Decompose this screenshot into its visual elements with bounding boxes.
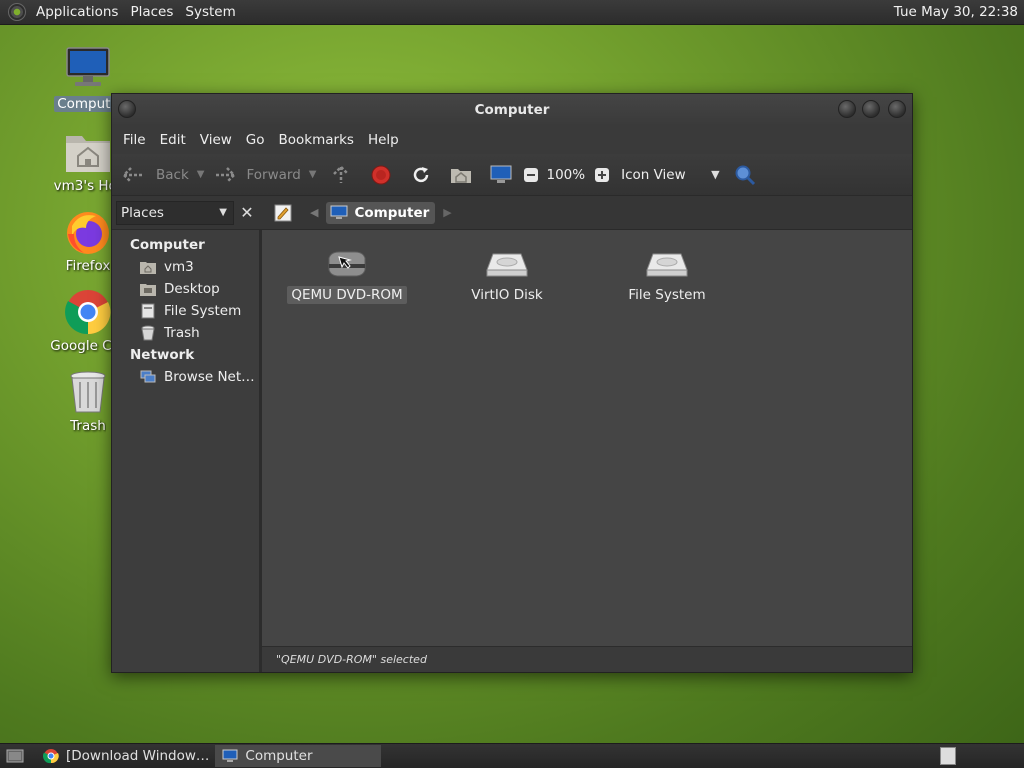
trash-icon <box>140 325 156 341</box>
home-folder-icon <box>140 259 156 275</box>
taskbar-item-computer[interactable]: Computer <box>215 745 382 767</box>
sidebar-item-desktop[interactable]: Desktop <box>112 278 259 300</box>
back-label: Back <box>156 166 189 183</box>
taskbar-item-label: Computer <box>245 748 313 764</box>
sidebar-item-label: Desktop <box>164 281 220 297</box>
menu-places[interactable]: Places <box>124 0 179 25</box>
drive-item-virtio-disk[interactable]: VirtIO Disk <box>442 244 572 304</box>
stop-icon[interactable] <box>370 164 392 186</box>
sidebar-section-network: Network <box>130 347 195 363</box>
drive-label: QEMU DVD-ROM <box>287 286 407 304</box>
computer-icon <box>221 745 239 767</box>
chrome-icon <box>42 745 60 767</box>
forward-arrow-icon <box>214 164 237 186</box>
menu-go[interactable]: Go <box>239 132 272 148</box>
content-area: Computer vm3 Desktop File System Trash N… <box>112 230 912 672</box>
path-bar: ◀ Computer ▶ <box>266 201 452 224</box>
top-panel: Applications Places System Tue May 30, 2… <box>0 0 1024 25</box>
toolbar: Back ▼ Forward ▼ 100% Icon View ▼ <box>112 154 912 196</box>
computer-icon <box>330 202 348 224</box>
window-title: Computer <box>474 102 550 118</box>
breadcrumb-computer[interactable]: Computer <box>326 201 436 224</box>
desktop-folder-icon <box>140 281 156 297</box>
sidebar-item-trash[interactable]: Trash <box>112 322 259 344</box>
drive-item-file-system[interactable]: File System <box>602 244 732 304</box>
close-button[interactable] <box>888 100 906 118</box>
file-manager-window: Computer File Edit View Go Bookmarks Hel… <box>111 93 913 673</box>
back-history-dropdown-icon[interactable]: ▼ <box>197 169 205 180</box>
filesystem-icon <box>140 303 156 319</box>
computer-icon[interactable] <box>490 164 512 186</box>
home-icon[interactable] <box>450 164 472 186</box>
drive-item-qemu-dvd-rom[interactable]: QEMU DVD-ROM <box>282 244 412 304</box>
forward-history-dropdown-icon[interactable]: ▼ <box>309 169 317 180</box>
firefox-icon <box>64 208 112 256</box>
maximize-button[interactable] <box>862 100 880 118</box>
zoom-level[interactable]: 100% <box>546 160 585 190</box>
zoom-in-icon[interactable] <box>591 164 613 186</box>
window-titlebar[interactable]: Computer <box>112 94 912 126</box>
search-icon[interactable] <box>734 164 756 186</box>
sidebar-item-vm3[interactable]: vm3 <box>112 256 259 278</box>
drive-label: File System <box>628 287 706 303</box>
desktop-icon-label: Firefox <box>65 258 111 274</box>
back-button[interactable]: Back <box>122 160 189 190</box>
trash-icon <box>64 368 112 416</box>
zoom-out-icon[interactable] <box>520 164 542 186</box>
hard-disk-icon <box>643 244 691 284</box>
sidebar-section-computer: Computer <box>130 237 205 253</box>
forward-label: Forward <box>246 166 301 183</box>
distro-logo-icon[interactable] <box>8 3 26 21</box>
menu-edit[interactable]: Edit <box>153 132 193 148</box>
menu-system[interactable]: System <box>179 0 241 25</box>
workspace-switcher[interactable] <box>940 747 956 765</box>
menu-applications[interactable]: Applications <box>30 0 124 25</box>
places-sidebar: Computer vm3 Desktop File System Trash N… <box>112 230 262 672</box>
chevron-down-icon: ▼ <box>219 207 227 218</box>
sidebar-item-label: File System <box>164 303 242 319</box>
breadcrumb-label: Computer <box>354 204 430 221</box>
status-bar: "QEMU DVD-ROM" selected <box>262 646 912 672</box>
path-left-arrow-icon[interactable]: ◀ <box>310 206 318 219</box>
drive-label: VirtIO Disk <box>471 287 543 303</box>
chrome-icon <box>64 288 112 336</box>
sidebar-item-label: Browse Net… <box>164 369 255 385</box>
menu-help[interactable]: Help <box>361 132 406 148</box>
window-menu-icon[interactable] <box>118 100 136 118</box>
sidebar-item-browse-network[interactable]: Browse Net… <box>112 366 259 388</box>
sidebar-item-file-system[interactable]: File System <box>112 300 259 322</box>
sidebar-item-label: vm3 <box>164 259 194 275</box>
taskbar-item-download[interactable]: [Download Window… <box>36 745 215 767</box>
taskbar-item-label: [Download Window… <box>66 748 210 764</box>
optical-drive-icon <box>323 244 371 284</box>
location-bar: Places ▼ ✕ ◀ Computer ▶ <box>112 196 912 230</box>
show-desktop-icon[interactable] <box>4 745 26 767</box>
view-mode-dropdown-icon[interactable]: ▼ <box>711 168 719 181</box>
edit-location-icon[interactable] <box>272 202 294 224</box>
forward-button[interactable]: Forward <box>214 160 301 190</box>
reload-icon[interactable] <box>410 164 432 186</box>
menubar: File Edit View Go Bookmarks Help <box>112 126 912 154</box>
desktop-icon-label: Trash <box>70 418 106 434</box>
menu-file[interactable]: File <box>116 132 153 148</box>
hard-disk-icon <box>483 244 531 284</box>
back-arrow-icon <box>122 164 144 186</box>
menu-view[interactable]: View <box>193 132 239 148</box>
clock[interactable]: Tue May 30, 22:38 <box>894 0 1018 25</box>
computer-icon <box>64 46 112 94</box>
places-selector[interactable]: Places ▼ <box>116 200 234 225</box>
network-icon <box>140 369 156 385</box>
sidebar-item-label: Trash <box>164 325 200 341</box>
icon-view: QEMU DVD-ROM VirtIO Disk File System "QE… <box>262 230 912 672</box>
minimize-button[interactable] <box>838 100 856 118</box>
close-sidebar-icon[interactable]: ✕ <box>236 203 258 222</box>
path-right-arrow-icon[interactable]: ▶ <box>443 206 451 219</box>
places-selector-label: Places <box>121 204 164 221</box>
up-arrow-icon[interactable] <box>330 164 352 186</box>
home-folder-icon <box>64 128 112 176</box>
menu-bookmarks[interactable]: Bookmarks <box>272 132 361 148</box>
view-mode-select[interactable]: Icon View <box>621 160 707 190</box>
bottom-panel: [Download Window… Computer <box>0 743 1024 768</box>
